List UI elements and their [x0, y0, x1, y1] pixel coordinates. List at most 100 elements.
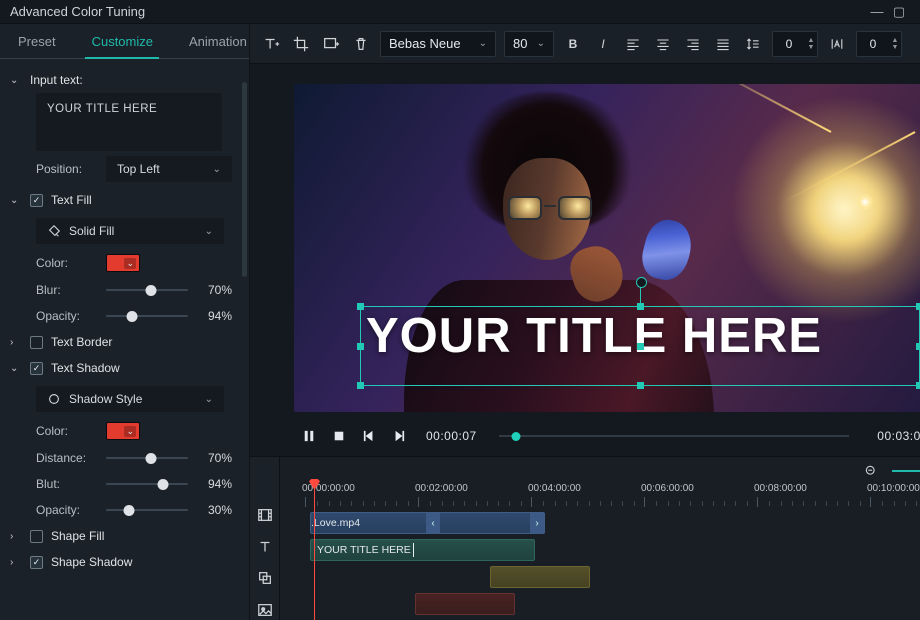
- ruler-minor-tick: [329, 501, 330, 506]
- section-input-text[interactable]: ⌄ Input text:: [8, 67, 236, 93]
- center-handle[interactable]: [637, 343, 644, 350]
- image-track[interactable]: [280, 592, 920, 616]
- effects-track[interactable]: [280, 565, 920, 589]
- chevron-down-icon[interactable]: ▼: [805, 44, 817, 51]
- image-clip[interactable]: [415, 593, 515, 615]
- font-size-select[interactable]: 80 ⌄: [504, 31, 554, 57]
- preview-canvas[interactable]: YOUR TITLE HERE: [294, 84, 920, 412]
- stepper-arrows[interactable]: ▲▼: [805, 37, 817, 51]
- ruler-minor-tick: [543, 501, 544, 506]
- tab-customize[interactable]: Customize: [74, 24, 171, 58]
- section-shape-shadow[interactable]: › Shape Shadow: [8, 549, 236, 575]
- resize-handle-w[interactable]: [357, 343, 364, 350]
- paint-bucket-icon: [47, 224, 61, 238]
- line-height-input[interactable]: 0 ▲▼: [856, 31, 902, 57]
- crop-icon[interactable]: [290, 33, 312, 55]
- char-spacing-icon[interactable]: [826, 33, 848, 55]
- ruler-minor-tick: [611, 501, 612, 506]
- clip-trim-right[interactable]: ›: [530, 513, 544, 533]
- effect-clip[interactable]: [490, 566, 590, 588]
- delete-icon[interactable]: [350, 33, 372, 55]
- zoom-out-icon[interactable]: [860, 460, 882, 482]
- video-track-icon[interactable]: [254, 505, 276, 525]
- ruler-minor-tick: [464, 501, 465, 506]
- effects-track-icon[interactable]: [254, 569, 276, 589]
- italic-icon[interactable]: I: [592, 33, 614, 55]
- resize-handle-e[interactable]: [916, 343, 920, 350]
- ruler-major-label: 00:02:00:00: [415, 483, 468, 494]
- resize-handle-nw[interactable]: [357, 303, 364, 310]
- text-border-checkbox[interactable]: [30, 336, 43, 349]
- sidebar-scrollbar[interactable]: [242, 82, 247, 342]
- shadow-distance-slider[interactable]: [106, 450, 188, 466]
- fill-opacity-slider[interactable]: [106, 308, 188, 324]
- resize-handle-se[interactable]: [916, 382, 920, 389]
- stop-button[interactable]: [330, 427, 348, 445]
- text-track-icon[interactable]: [254, 537, 276, 557]
- ruler-minor-tick: [894, 501, 895, 506]
- chevron-down-icon[interactable]: ▼: [889, 44, 901, 51]
- rotate-handle[interactable]: [640, 285, 641, 303]
- section-shape-fill[interactable]: › Shape Fill: [8, 523, 236, 549]
- timeline-body: 00:00:00:0000:02:00:0000:04:00:0000:06:0…: [280, 457, 920, 620]
- resize-handle-s[interactable]: [637, 382, 644, 389]
- fill-blur-slider[interactable]: [106, 282, 188, 298]
- ruler-minor-tick: [317, 501, 318, 506]
- scrub-slider[interactable]: [499, 430, 850, 442]
- align-justify-icon[interactable]: [712, 33, 734, 55]
- fill-color-picker[interactable]: ⌄: [106, 254, 140, 272]
- resize-handle-n[interactable]: [637, 303, 644, 310]
- title-text-input[interactable]: YOUR TITLE HERE: [36, 93, 222, 151]
- text-cursor-icon: [413, 543, 414, 557]
- align-left-icon[interactable]: [622, 33, 644, 55]
- shape-shadow-checkbox[interactable]: [30, 556, 43, 569]
- track-icons: [250, 457, 280, 620]
- font-family-select[interactable]: Bebas Neue ⌄: [380, 31, 496, 57]
- line-spacing-icon[interactable]: [742, 33, 764, 55]
- ruler-minor-tick: [860, 501, 861, 506]
- letter-spacing-input[interactable]: 0 ▲▼: [772, 31, 818, 57]
- shadow-opacity-slider[interactable]: [106, 502, 188, 518]
- resize-handle-sw[interactable]: [357, 382, 364, 389]
- text-shadow-checkbox[interactable]: [30, 362, 43, 375]
- section-text-border[interactable]: › Text Border: [8, 329, 236, 355]
- image-add-icon[interactable]: [320, 33, 342, 55]
- ruler-minor-tick: [690, 501, 691, 506]
- section-text-shadow[interactable]: ⌄ Text Shadow: [8, 355, 236, 381]
- text-fill-checkbox[interactable]: [30, 194, 43, 207]
- timeline-ruler[interactable]: 00:00:00:0000:02:00:0000:04:00:0000:06:0…: [280, 483, 920, 511]
- shape-fill-checkbox[interactable]: [30, 530, 43, 543]
- align-right-icon[interactable]: [682, 33, 704, 55]
- pause-button[interactable]: [300, 427, 318, 445]
- text-clip[interactable]: YOUR TITLE HERE: [310, 539, 535, 561]
- shadow-style-select[interactable]: Shadow Style ⌄: [36, 386, 224, 412]
- window-minimize-button[interactable]: —: [866, 4, 888, 19]
- video-clip[interactable]: .Love.mp4 ‹ ›: [310, 512, 545, 534]
- fill-type-select[interactable]: Solid Fill ⌄: [36, 218, 224, 244]
- tab-preset[interactable]: Preset: [0, 24, 74, 58]
- chevron-up-icon[interactable]: ▲: [805, 37, 817, 44]
- section-text-fill[interactable]: ⌄ Text Fill: [8, 187, 236, 213]
- position-select[interactable]: Top Left ⌄: [106, 156, 232, 182]
- zoom-slider[interactable]: [892, 470, 920, 472]
- step-back-button[interactable]: [360, 427, 378, 445]
- selection-box[interactable]: [360, 306, 920, 386]
- align-center-icon[interactable]: [652, 33, 674, 55]
- shadow-color-picker[interactable]: ⌄: [106, 422, 140, 440]
- image-track-icon[interactable]: [254, 600, 276, 620]
- chevron-up-icon[interactable]: ▲: [889, 37, 901, 44]
- bold-icon[interactable]: B: [562, 33, 584, 55]
- chevron-down-icon: ⌄: [213, 164, 221, 175]
- window-maximize-button[interactable]: ▢: [888, 4, 910, 20]
- tab-animation[interactable]: Animation: [171, 24, 265, 58]
- video-track[interactable]: .Love.mp4 ‹ ›: [280, 511, 920, 535]
- stepper-arrows[interactable]: ▲▼: [889, 37, 901, 51]
- playhead[interactable]: [314, 479, 315, 620]
- shadow-blur-label: Blut:: [36, 477, 98, 491]
- text-track[interactable]: YOUR TITLE HERE: [280, 538, 920, 562]
- step-forward-button[interactable]: [390, 427, 408, 445]
- shadow-blur-slider[interactable]: [106, 476, 188, 492]
- ruler-minor-tick: [589, 501, 590, 506]
- clip-trim-left[interactable]: ‹: [426, 513, 440, 533]
- resize-handle-ne[interactable]: [916, 303, 920, 310]
